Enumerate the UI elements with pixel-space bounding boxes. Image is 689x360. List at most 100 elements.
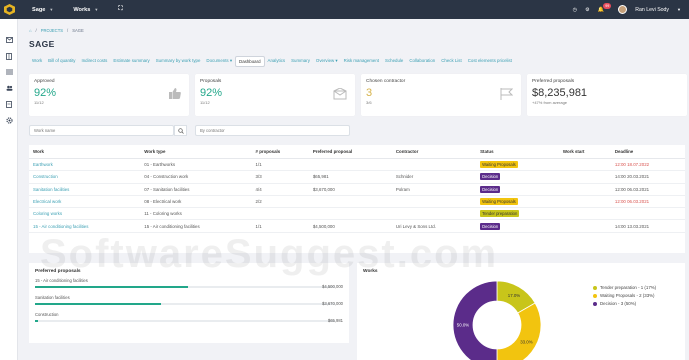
proposals-count: 1/1 <box>251 219 309 233</box>
tab-bar: Work Bill of quantity Indirect costs Estima… <box>29 56 515 67</box>
tab-check-list[interactable]: Check List <box>438 56 465 67</box>
envelope-icon <box>333 87 347 102</box>
deadline <box>610 207 685 221</box>
mail-icon[interactable] <box>0 32 18 48</box>
table-row[interactable]: Construction 04 - Construction work 3/3 $65… <box>29 170 685 184</box>
panel-title: Preferred proposals <box>35 269 81 274</box>
tab-work[interactable]: Work <box>29 56 45 67</box>
table-row[interactable]: Sanitation facilities 07 - Sanitation fac… <box>29 183 685 196</box>
legend-item[interactable]: Decision - 3 (50%) <box>593 301 656 306</box>
donut-slice-decision[interactable] <box>452 280 498 360</box>
table-row[interactable]: 15 - Air conditioning facilities 15 - Air… <box>29 219 685 233</box>
table-row[interactable]: Earthwork 01 - Earthworks 1/1 Waiting Propo… <box>29 158 685 172</box>
list-icon[interactable] <box>0 64 18 80</box>
tab-cost-elements-pricelist[interactable]: Cost elements pricelist <box>465 56 515 67</box>
menu-works[interactable]: Works <box>73 7 90 13</box>
app-logo[interactable] <box>0 0 18 19</box>
column-header[interactable]: Deadline <box>610 145 685 159</box>
status-cell: Waiting Proposals <box>476 158 559 172</box>
work-link[interactable]: Earthwork <box>29 158 141 172</box>
tab-collaboration[interactable]: Collaboration <box>406 56 438 67</box>
tab-summary[interactable]: Summary <box>288 56 313 67</box>
column-header[interactable]: Preferred proposal <box>308 145 392 159</box>
proposal-value: $4,500,000 <box>322 284 343 289</box>
table-row[interactable]: Electrical work 08 - Electrical work 2/2 Wa… <box>29 195 685 209</box>
settings-icon[interactable] <box>0 112 18 128</box>
notifications-button[interactable]: 🔔 99 <box>598 2 612 13</box>
tab-schedule[interactable]: Schedule <box>382 56 406 67</box>
home-icon[interactable]: ⌂ <box>29 28 32 33</box>
proposal-bar-fill <box>35 320 38 322</box>
tab-overview[interactable]: Overview ▾ <box>313 56 341 67</box>
column-header[interactable]: Status <box>476 145 559 159</box>
tab-dashboard[interactable]: Dashboard <box>235 56 265 67</box>
card-value: $8,235,981 <box>532 87 588 99</box>
column-header[interactable]: # proposals <box>251 145 309 159</box>
works-chart-panel: Works 17.0% 33.0% 50.0% Tender preparation… <box>357 263 685 360</box>
flag-icon <box>500 88 514 102</box>
preferred-proposal <box>308 195 392 209</box>
tab-indirect-costs[interactable]: Indirect costs <box>79 56 111 67</box>
document-icon[interactable] <box>0 96 18 112</box>
deadline: 14:00 13.03.2021 <box>610 219 685 233</box>
proposal-bar <box>35 320 335 322</box>
work-start <box>558 170 611 184</box>
status-cell: Decision <box>476 183 559 196</box>
column-header[interactable]: Work start <box>558 145 611 159</box>
fullscreen-icon[interactable]: ⛶ <box>118 6 122 13</box>
avatar[interactable] <box>618 5 628 14</box>
top-bar: Sage ▼ Works ▼ ⛶ ◷ ⚙ 🔔 99 Ran Levi Sody ▼ <box>0 0 689 19</box>
preferred-proposal: $4,500,000 <box>308 219 392 233</box>
work-type: 07 - Sanitation facilities <box>140 183 252 196</box>
column-header[interactable]: Work <box>29 145 141 159</box>
work-link[interactable]: Construction <box>29 170 141 184</box>
clock-icon[interactable]: ◷ <box>573 7 578 13</box>
work-link[interactable]: Sanitation facilities <box>29 183 141 196</box>
work-start <box>558 183 611 196</box>
table-row[interactable]: Coloring works 11 - Coloring works Tender … <box>29 207 685 221</box>
work-type: 01 - Earthworks <box>140 158 252 172</box>
work-name-input[interactable] <box>29 125 174 136</box>
column-header[interactable]: Work type <box>140 145 252 159</box>
card-value: 3 <box>366 87 373 99</box>
legend-item[interactable]: Tender preparation - 1 (17%) <box>593 285 656 290</box>
status-cell: Decision <box>476 219 559 233</box>
work-link[interactable]: Coloring works <box>29 207 141 221</box>
proposal-bar-row: Construction $65,981 <box>35 312 343 329</box>
legend-item[interactable]: Waiting Proposals - 2 (33%) <box>593 293 656 298</box>
tab-risk-management[interactable]: Risk management <box>341 56 382 67</box>
tab-documents[interactable]: Documents ▾ <box>203 56 235 67</box>
tab-bill-of-quantity[interactable]: Bill of quantity <box>45 56 78 67</box>
chevron-down-icon[interactable]: ▼ <box>677 7 681 12</box>
user-name[interactable]: Ran Levi Sody <box>635 7 669 13</box>
card-proposals: Proposals 92% 11/12 <box>195 74 355 116</box>
breadcrumb-projects[interactable]: PROJECTS <box>41 28 63 33</box>
contractor-input[interactable] <box>195 125 350 136</box>
search-button[interactable] <box>174 125 187 136</box>
proposal-value: $65,981 <box>327 318 343 323</box>
tab-summary-by-work-type[interactable]: Summary by work type <box>153 56 204 67</box>
status-cell: Waiting Proposals <box>476 195 559 209</box>
tab-estimate-summary[interactable]: Estimate summary <box>110 56 152 67</box>
work-start <box>558 195 611 209</box>
work-link[interactable]: 15 - Air conditioning facilities <box>29 219 141 233</box>
notification-badge: 99 <box>603 2 612 9</box>
status-badge: Tender preparation <box>480 210 520 218</box>
deadline: 12:00 06.03.2021 <box>610 195 685 209</box>
breadcrumb-current: SAGE <box>72 28 84 33</box>
column-header[interactable]: Contractor <box>391 145 477 159</box>
proposals-count <box>251 207 309 221</box>
building-icon[interactable] <box>0 48 18 64</box>
tab-analytics[interactable]: Analytics <box>265 56 289 67</box>
legend-label: Decision - 3 (50%) <box>600 301 637 306</box>
gear-icon[interactable]: ⚙ <box>585 7 590 13</box>
users-icon[interactable] <box>0 80 18 96</box>
work-start <box>558 207 611 221</box>
status-badge: Waiting Proposals <box>480 161 518 169</box>
status-cell: Tender preparation <box>476 207 559 221</box>
menu-sage[interactable]: Sage <box>32 7 45 13</box>
work-type: 08 - Electrical work <box>140 195 252 209</box>
work-link[interactable]: Electrical work <box>29 195 141 209</box>
table-header: Work Work type # proposals Preferred propos… <box>29 145 685 159</box>
card-preferred-proposals: Preferred proposals $8,235,981 +47% from a… <box>527 74 687 116</box>
